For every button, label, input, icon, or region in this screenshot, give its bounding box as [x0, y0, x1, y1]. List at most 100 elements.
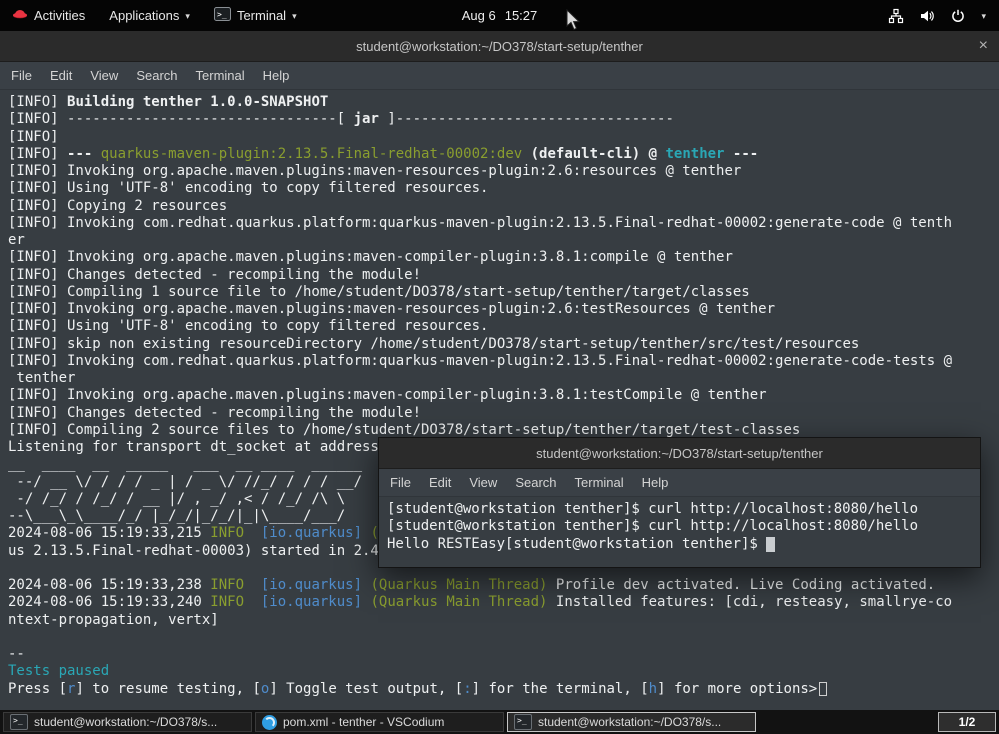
terminal-window-secondary: student@workstation:~/DO378/start-setup/… [378, 437, 981, 568]
text-segment: [INFO] Invoking org.apache.maven.plugins… [8, 249, 733, 265]
text-segment: --- [725, 146, 759, 162]
terminal-line: [INFO] skip non existing resourceDirecto… [8, 336, 999, 353]
text-segment: [student@workstation tenther]$ curl http… [387, 501, 918, 517]
window2-terminal-output[interactable]: [student@workstation tenther]$ curl http… [379, 497, 980, 553]
text-segment: quarkus-maven-plugin:2.13.5.Final-redhat… [101, 146, 522, 162]
terminal-line: [INFO] Invoking org.apache.maven.plugins… [8, 301, 999, 318]
chevron-down-icon[interactable] [981, 8, 986, 23]
top-bar-left: Activities Applications >_ Terminal [0, 0, 297, 31]
volume-icon[interactable] [919, 8, 935, 24]
clock-date: Aug 6 [462, 8, 496, 23]
text-segment: [INFO] Changes detected - recompiling th… [8, 267, 421, 283]
text-segment: [INFO] Invoking org.apache.maven.plugins… [8, 163, 741, 179]
network-topology-icon[interactable] [888, 8, 904, 24]
text-segment: Installed features: [cdi, resteasy, smal… [547, 594, 952, 610]
window1-terminal-output[interactable]: [INFO] Building tenther 1.0.0-SNAPSHOT[I… [0, 90, 999, 698]
text-segment: Tests paused [8, 663, 109, 679]
terminal-line: [INFO] Invoking org.apache.maven.plugins… [8, 163, 999, 180]
taskbar-button-2[interactable]: pom.xml - tenther - VSCodium [255, 712, 504, 732]
text-segment: -- [8, 646, 25, 662]
text-segment: [io.quarkus] [261, 525, 362, 541]
terminal-line: [student@workstation tenther]$ curl http… [387, 518, 980, 535]
svg-text:>_: >_ [217, 10, 227, 19]
text-segment: @ [640, 146, 665, 162]
power-icon[interactable] [950, 8, 966, 24]
terminal-line: [student@workstation tenther]$ curl http… [387, 501, 980, 518]
window1-titlebar[interactable]: student@workstation:~/DO378/start-setup/… [0, 31, 999, 62]
window2-menubar: FileEditViewSearchTerminalHelp [379, 469, 980, 497]
activities-button[interactable]: Activities [12, 0, 85, 31]
terminal-line: 2024-08-06 15:19:33,238 INFO [io.quarkus… [8, 577, 999, 594]
clock-time: 15:27 [505, 8, 538, 23]
terminal-line [8, 629, 999, 646]
chevron-down-icon [185, 8, 190, 23]
activities-label: Activities [34, 8, 85, 23]
text-segment [244, 594, 261, 610]
taskbar: student@workstation:~/DO378/s... pom.xml … [0, 710, 999, 734]
terminal-line: [INFO] Invoking com.redhat.quarkus.platf… [8, 215, 999, 232]
text-segment: [student@workstation tenther]$ curl http… [387, 518, 918, 534]
terminal-line: Press [r] to resume testing, [o] Toggle … [8, 681, 999, 698]
taskbar-button-3[interactable]: student@workstation:~/DO378/s... [507, 712, 756, 732]
text-segment: [io.quarkus] [261, 577, 362, 593]
text-segment [244, 577, 261, 593]
menu-item-search[interactable]: Search [506, 475, 565, 490]
menu-item-search[interactable]: Search [127, 68, 186, 83]
terminal-line: [INFO] Invoking com.redhat.quarkus.platf… [8, 353, 999, 370]
top-bar: Activities Applications >_ Terminal Aug … [0, 0, 999, 31]
terminal-line: [INFO] Using 'UTF-8' encoding to copy fi… [8, 180, 999, 197]
terminal-line: 2024-08-06 15:19:33,240 INFO [io.quarkus… [8, 594, 999, 611]
window1-title: student@workstation:~/DO378/start-setup/… [356, 39, 643, 54]
taskbar-button-label: pom.xml - tenther - VSCodium [283, 715, 444, 729]
menu-item-help[interactable]: Help [254, 68, 299, 83]
chevron-down-icon [292, 8, 297, 23]
workspace-indicator[interactable]: 1/2 [938, 712, 996, 732]
window2-title: student@workstation:~/DO378/start-setup/… [536, 446, 823, 461]
system-tray [888, 8, 999, 24]
text-segment: --------------------------------[ [67, 111, 354, 127]
menu-item-file[interactable]: File [2, 68, 41, 83]
window2-titlebar[interactable]: student@workstation:~/DO378/start-setup/… [379, 438, 980, 469]
text-segment: [INFO] Changes detected - recompiling th… [8, 405, 421, 421]
text-segment: (default-cli) [531, 146, 641, 162]
terminal-line: [INFO] [8, 129, 999, 146]
text-segment: [INFO] [8, 129, 59, 145]
close-icon[interactable]: × [979, 31, 988, 60]
text-segment [244, 525, 261, 541]
taskbar-button-1[interactable]: student@workstation:~/DO378/s... [3, 712, 252, 732]
terminal-line: Hello RESTEasy[student@workstation tenth… [387, 536, 980, 553]
taskbar-buttons: student@workstation:~/DO378/s... pom.xml … [3, 712, 756, 732]
applications-menu[interactable]: Applications [109, 0, 190, 31]
text-segment: Hello RESTEasy[student@workstation tenth… [387, 536, 766, 552]
text-segment: Listening for transport dt_socket at add… [8, 439, 429, 455]
text-segment: [INFO] [8, 111, 67, 127]
text-segment: ] for more options> [657, 681, 817, 697]
text-segment: 2024-08-06 15:19:33,238 [8, 577, 210, 593]
text-segment: [INFO] Using 'UTF-8' encoding to copy fi… [8, 318, 488, 334]
menu-item-help[interactable]: Help [633, 475, 678, 490]
terminal-line: [INFO] Using 'UTF-8' encoding to copy fi… [8, 318, 999, 335]
terminal-app-menu[interactable]: >_ Terminal [214, 0, 297, 31]
text-segment: [INFO] Invoking org.apache.maven.plugins… [8, 387, 767, 403]
menu-item-view[interactable]: View [460, 475, 506, 490]
text-segment: [INFO] Invoking org.apache.maven.plugins… [8, 301, 775, 317]
menu-item-terminal[interactable]: Terminal [566, 475, 633, 490]
menu-item-edit[interactable]: Edit [420, 475, 460, 490]
terminal-line: [INFO] Building tenther 1.0.0-SNAPSHOT [8, 94, 999, 111]
text-segment: --- [67, 146, 101, 162]
text-segment: Building tenther 1.0.0-SNAPSHOT [67, 94, 328, 110]
applications-label: Applications [109, 8, 179, 23]
vscodium-icon [262, 715, 277, 730]
terminal-menu-label: Terminal [237, 8, 286, 23]
menu-item-terminal[interactable]: Terminal [187, 68, 254, 83]
terminal-line: [INFO] Invoking org.apache.maven.plugins… [8, 249, 999, 266]
terminal-line: ntext-propagation, vertx] [8, 612, 999, 629]
menu-item-edit[interactable]: Edit [41, 68, 81, 83]
text-segment: --\___\_\____/_/ |_/_/|_/_/|_|\____/___/ [8, 508, 370, 524]
terminal-window-main: student@workstation:~/DO378/start-setup/… [0, 31, 999, 710]
menu-item-file[interactable]: File [381, 475, 420, 490]
menu-item-view[interactable]: View [81, 68, 127, 83]
window1-menubar: FileEditViewSearchTerminalHelp [0, 62, 999, 90]
clock[interactable]: Aug 6 15:27 [462, 8, 538, 23]
terminal-icon: >_ [214, 7, 231, 24]
